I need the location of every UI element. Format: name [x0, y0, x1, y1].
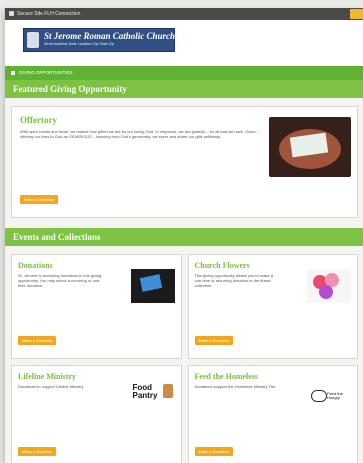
lock-icon	[9, 11, 14, 16]
grocery-bag-icon	[162, 384, 173, 398]
hands-icon	[311, 390, 327, 402]
church-flowers-description: This giving opportunity allows you to ma…	[194, 273, 273, 288]
feed-the-homeless-description: Donations support the Homeless Ministry …	[194, 384, 276, 389]
site-header: St Jerome Roman Catholic Church Street A…	[5, 20, 363, 66]
food-pantry-image: Food Pantry	[130, 380, 175, 414]
flowers-image	[307, 269, 351, 303]
donations-card: Donations St. Jerome is accepting donati…	[11, 254, 182, 359]
offertory-card: Offertory With open hands and heart, we …	[11, 106, 358, 218]
top-bar-title: Secure Site FLH Connection	[17, 11, 81, 17]
feed-the-hungry-image: Feed the Hungry	[307, 380, 351, 414]
home-icon[interactable]	[11, 71, 15, 75]
church-flowers-donate-button[interactable]: Make a Donation	[194, 336, 233, 345]
donations-donate-button[interactable]: Make a Donation	[18, 336, 57, 345]
lifeline-ministry-description: Donations to support Lifeline Ministry	[18, 384, 84, 389]
offertory-description: With open hands and heart, we realize ho…	[20, 129, 260, 139]
church-name: St Jerome Roman Catholic Church	[44, 31, 176, 41]
feed-the-homeless-title: Feed the Homeless	[194, 372, 259, 381]
lifeline-ministry-donate-button[interactable]: Make a Donation	[18, 447, 57, 456]
tablet-icon	[139, 274, 162, 292]
church-address: Street Address Suite Location City State…	[44, 42, 114, 46]
church-flowers-card: Church Flowers This giving opportunity a…	[187, 254, 358, 359]
flower-icon	[319, 285, 333, 299]
donations-title: Donations	[18, 261, 53, 270]
top-right-button[interactable]	[350, 9, 363, 19]
lifeline-ministry-title: Lifeline Ministry	[18, 372, 76, 381]
lifeline-ministry-card: Lifeline Ministry Donations to support L…	[11, 365, 182, 463]
offertory-donate-button[interactable]: Make a Donation	[20, 195, 59, 204]
nav-bar: GIVING OPPORTUNITIES	[5, 66, 363, 80]
events-section-title: Events and Collections	[5, 228, 363, 246]
donations-description: St. Jerome is accepting donations in thi…	[18, 273, 102, 288]
offertory-image	[269, 117, 351, 177]
offertory-title: Offertory	[20, 115, 57, 125]
feed-the-homeless-donate-button[interactable]: Make a Donation	[194, 447, 233, 456]
church-crest-icon	[27, 32, 39, 48]
church-logo[interactable]: St Jerome Roman Catholic Church Street A…	[23, 28, 175, 52]
top-bar: Secure Site FLH Connection	[5, 8, 363, 20]
browser-frame: Secure Site FLH Connection St Jerome Rom…	[4, 8, 363, 463]
feed-the-hungry-text: Feed the Hungry	[327, 391, 343, 400]
church-flowers-title: Church Flowers	[194, 261, 250, 270]
donation-tablet-image	[130, 269, 175, 303]
events-grid: Donations St. Jerome is accepting donati…	[5, 246, 363, 463]
nav-breadcrumb[interactable]: GIVING OPPORTUNITIES	[19, 70, 73, 75]
featured-section: Offertory With open hands and heart, we …	[5, 98, 363, 228]
featured-section-title: Featured Giving Opportunity	[5, 80, 363, 98]
feed-the-homeless-card: Feed the Homeless Donations support the …	[187, 365, 358, 463]
